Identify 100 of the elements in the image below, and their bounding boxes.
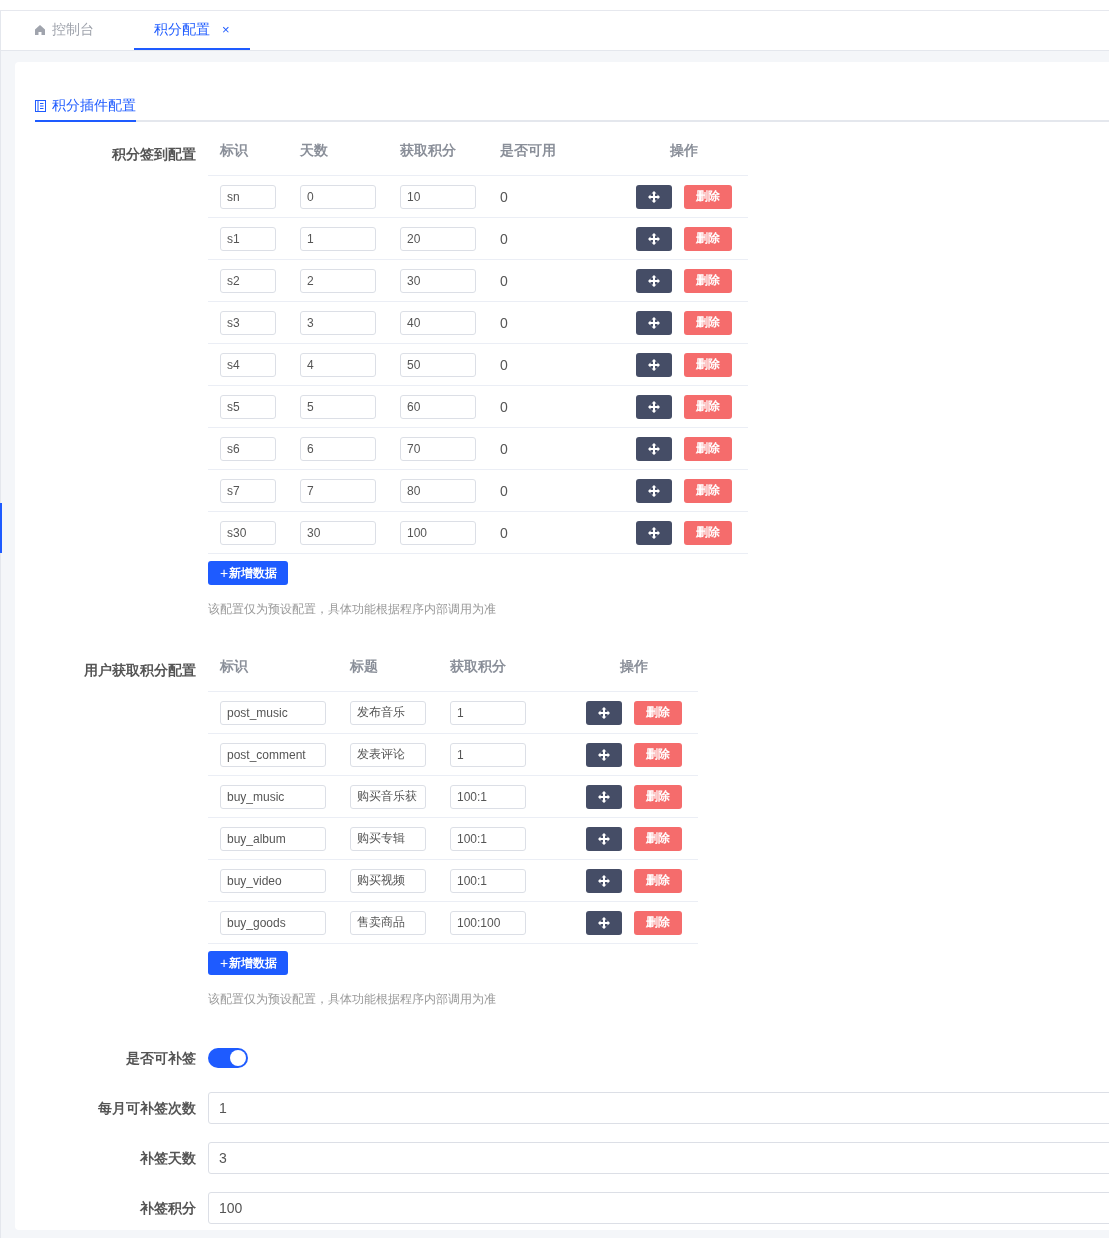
id-input[interactable]: s4 <box>220 352 276 377</box>
days-input[interactable]: 30 <box>300 520 376 545</box>
id-input[interactable]: sn <box>220 184 276 209</box>
id-input[interactable]: post_comment <box>220 742 326 767</box>
points-input[interactable]: 20 <box>400 226 476 251</box>
table-cell-text: 0 <box>500 188 509 205</box>
drag-button[interactable] <box>636 436 672 461</box>
days-input[interactable]: 3 <box>300 310 376 335</box>
drag-button[interactable] <box>636 352 672 377</box>
id-input[interactable]: buy_album <box>220 826 326 851</box>
drag-button[interactable] <box>636 268 672 293</box>
section-label: 用户获取积分配置 <box>83 661 197 680</box>
drag-button[interactable] <box>586 910 622 935</box>
move-icon <box>648 400 660 413</box>
points-input[interactable]: 100:1 <box>450 868 526 893</box>
drag-button[interactable] <box>586 742 622 767</box>
days-input[interactable]: 1 <box>300 226 376 251</box>
drag-button[interactable] <box>636 394 672 419</box>
id-input[interactable]: s5 <box>220 394 276 419</box>
column-header: 标识 <box>220 142 249 160</box>
move-icon <box>648 232 660 245</box>
title-input[interactable]: 购买专辑 <box>350 826 426 851</box>
points-input[interactable]: 100 <box>400 520 476 545</box>
points-input[interactable]: 1 <box>450 742 526 767</box>
toggle-switch[interactable] <box>208 1048 248 1068</box>
id-input[interactable]: s2 <box>220 268 276 293</box>
id-input[interactable]: post_music <box>220 700 326 725</box>
hint-text: 该配置仅为预设配置，具体功能根据程序内部调用为准 <box>208 601 497 618</box>
move-icon <box>598 874 610 887</box>
title-input[interactable]: 发表评论 <box>350 742 426 767</box>
points-input[interactable]: 100:1 <box>450 826 526 851</box>
column-header: 获取积分 <box>450 658 507 676</box>
days-input[interactable]: 4 <box>300 352 376 377</box>
days-input[interactable]: 0 <box>300 184 376 209</box>
points-input[interactable]: 100:100 <box>450 910 526 935</box>
text-field[interactable]: 3 <box>208 1142 1109 1174</box>
points-input[interactable]: 70 <box>400 436 476 461</box>
title-input[interactable]: 购买音乐获 <box>350 784 426 809</box>
column-header: 天数 <box>300 142 329 160</box>
drag-button[interactable] <box>636 226 672 251</box>
field-label: 补签积分 <box>139 1199 197 1218</box>
days-input[interactable]: 5 <box>300 394 376 419</box>
table-cell-text: 0 <box>500 482 509 499</box>
points-input[interactable]: 40 <box>400 310 476 335</box>
drag-button[interactable] <box>636 184 672 209</box>
table-cell-text: 0 <box>500 272 509 289</box>
table-cell-text: 0 <box>500 524 509 541</box>
move-icon <box>598 748 610 761</box>
drag-button[interactable] <box>636 520 672 545</box>
move-icon <box>648 274 660 287</box>
id-input[interactable]: s1 <box>220 226 276 251</box>
add-data-button[interactable]: +新增数据 <box>208 951 289 975</box>
table-cell-text: 0 <box>500 356 509 373</box>
points-input[interactable]: 50 <box>400 352 476 377</box>
id-input[interactable]: buy_goods <box>220 910 326 935</box>
drag-button[interactable] <box>586 868 622 893</box>
section-label: 积分签到配置 <box>110 145 197 164</box>
close-icon[interactable]: × <box>222 22 230 37</box>
points-input[interactable]: 30 <box>400 268 476 293</box>
table-cell-text: 0 <box>500 398 509 415</box>
move-icon <box>598 832 610 845</box>
field-label: 补签天数 <box>139 1149 197 1168</box>
title-input[interactable]: 购买视频 <box>350 868 426 893</box>
drag-button[interactable] <box>586 700 622 725</box>
id-input[interactable]: s3 <box>220 310 276 335</box>
column-header: 操作 <box>669 142 699 160</box>
id-input[interactable]: buy_video <box>220 868 326 893</box>
text-field[interactable]: 100 <box>208 1192 1109 1224</box>
points-input[interactable]: 1 <box>450 700 526 725</box>
table-cell-text: 0 <box>500 230 509 247</box>
move-icon <box>648 442 660 455</box>
title-input[interactable]: 售卖商品 <box>350 910 426 935</box>
home-icon <box>34 23 46 36</box>
move-icon <box>648 358 660 371</box>
id-input[interactable]: s6 <box>220 436 276 461</box>
column-header: 标题 <box>350 658 379 676</box>
title-input[interactable]: 发布音乐 <box>350 700 426 725</box>
points-input[interactable]: 80 <box>400 478 476 503</box>
id-input[interactable]: s30 <box>220 520 276 545</box>
section-tab[interactable]: 积分插件配置 <box>35 92 136 122</box>
id-input[interactable]: s7 <box>220 478 276 503</box>
drag-button[interactable] <box>586 784 622 809</box>
days-input[interactable]: 6 <box>300 436 376 461</box>
days-input[interactable]: 2 <box>300 268 376 293</box>
text-field[interactable]: 1 <box>208 1092 1109 1124</box>
drag-button[interactable] <box>636 310 672 335</box>
move-icon <box>648 526 660 539</box>
points-input[interactable]: 60 <box>400 394 476 419</box>
points-input[interactable]: 10 <box>400 184 476 209</box>
points-input[interactable]: 100:1 <box>450 784 526 809</box>
move-icon <box>598 916 610 929</box>
add-data-button[interactable]: +新增数据 <box>208 561 289 585</box>
move-icon <box>648 484 660 497</box>
field-label: 每月可补签次数 <box>97 1099 197 1118</box>
drag-button[interactable] <box>636 478 672 503</box>
id-input[interactable]: buy_music <box>220 784 326 809</box>
drag-button[interactable] <box>586 826 622 851</box>
field-label: 是否可补签 <box>125 1049 197 1068</box>
days-input[interactable]: 7 <box>300 478 376 503</box>
table-cell-text: 0 <box>500 440 509 457</box>
